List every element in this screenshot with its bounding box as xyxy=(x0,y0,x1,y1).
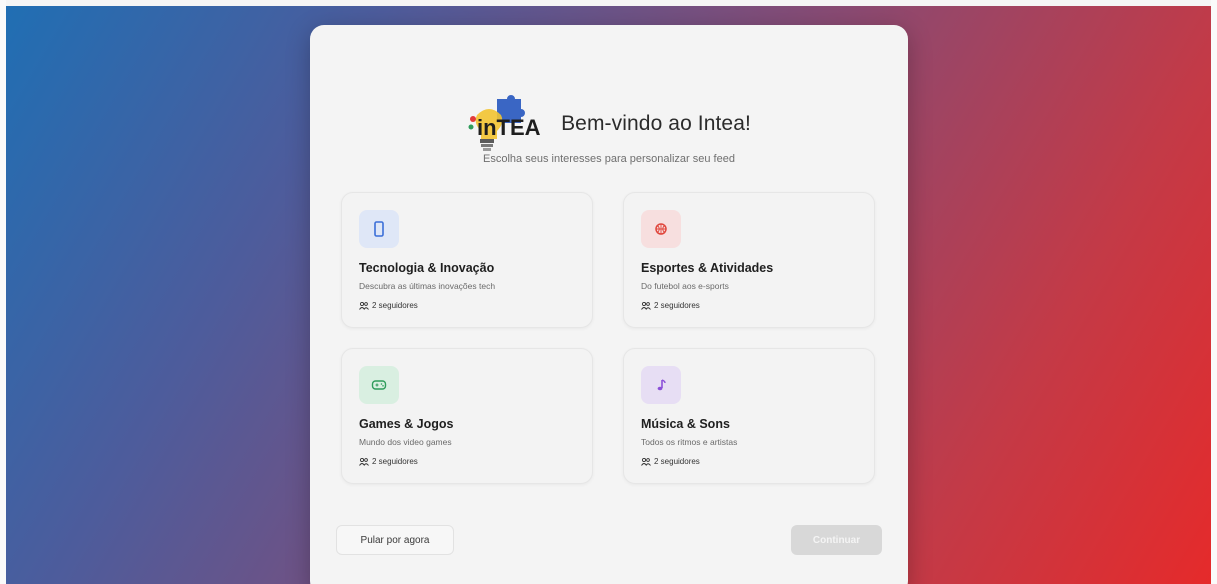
interest-description: Do futebol aos e-sports xyxy=(641,281,729,291)
interest-card-games[interactable]: Games & Jogos Mundo dos video games 2 se… xyxy=(341,348,593,484)
interest-description: Mundo dos video games xyxy=(359,437,452,447)
interest-card-musica[interactable]: Música & Sons Todos os ritmos e artistas… xyxy=(623,348,875,484)
interest-followers: 2 seguidores xyxy=(359,457,418,466)
svg-text:inTEA: inTEA xyxy=(477,115,541,140)
users-icon xyxy=(359,457,369,466)
users-icon xyxy=(359,301,369,310)
interest-name: Tecnologia & Inovação xyxy=(359,261,495,275)
page-title: Bem-vindo ao Intea! xyxy=(561,112,751,135)
followers-count: 2 seguidores xyxy=(654,457,700,466)
interest-name: Esportes & Atividades xyxy=(641,261,774,275)
users-icon xyxy=(641,301,651,310)
interest-description: Todos os ritmos e artistas xyxy=(641,437,738,447)
followers-count: 2 seguidores xyxy=(372,457,418,466)
interest-card-esportes[interactable]: Esportes & Atividades Do futebol aos e-s… xyxy=(623,192,875,328)
onboarding-card: inTEA Bem-vindo ao Intea! Escolha seus i… xyxy=(310,25,908,584)
skip-button[interactable]: Pular por agora xyxy=(336,525,454,555)
interest-followers: 2 seguidores xyxy=(641,301,700,310)
interest-followers: 2 seguidores xyxy=(359,301,418,310)
browser-right-edge xyxy=(1211,0,1217,584)
smartphone-icon xyxy=(359,210,399,248)
intea-logo: inTEA xyxy=(467,95,549,153)
onboarding-header: inTEA Bem-vindo ao Intea! xyxy=(310,95,908,153)
interest-name: Games & Jogos xyxy=(359,417,454,431)
interest-name: Música & Sons xyxy=(641,417,730,431)
followers-count: 2 seguidores xyxy=(654,301,700,310)
browser-top-edge xyxy=(0,0,1217,6)
continue-button[interactable]: Continuar xyxy=(791,525,882,555)
interest-followers: 2 seguidores xyxy=(641,457,700,466)
page-subtitle: Escolha seus interesses para personaliza… xyxy=(483,153,735,165)
interest-card-tecnologia[interactable]: Tecnologia & Inovação Descubra as última… xyxy=(341,192,593,328)
users-icon xyxy=(641,457,651,466)
music-note-icon xyxy=(641,366,681,404)
followers-count: 2 seguidores xyxy=(372,301,418,310)
basketball-icon xyxy=(641,210,681,248)
gamepad-icon xyxy=(359,366,399,404)
browser-left-edge xyxy=(0,0,6,584)
interest-description: Descubra as últimas inovações tech xyxy=(359,281,496,291)
